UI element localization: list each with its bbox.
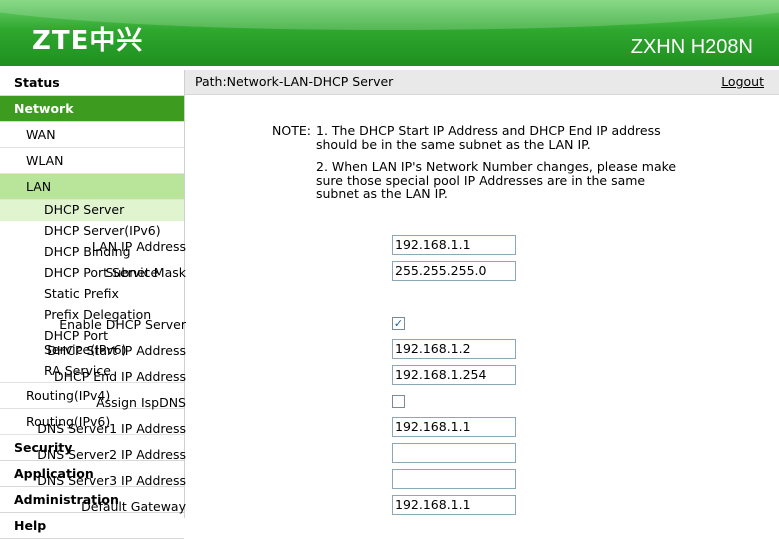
- subnet-mask-input[interactable]: 255.255.255.0: [392, 261, 516, 281]
- logout-link[interactable]: Logout: [721, 70, 764, 94]
- nav-wan[interactable]: WAN: [0, 122, 184, 148]
- nav-status[interactable]: Status: [0, 70, 184, 96]
- dns2-input[interactable]: [392, 443, 516, 463]
- nav-network[interactable]: Network: [0, 96, 184, 122]
- assign-isp-dns-checkbox[interactable]: [392, 395, 405, 408]
- dhcp-start-ip-input[interactable]: 192.168.1.2: [392, 339, 516, 359]
- nav-static-prefix[interactable]: Static Prefix: [0, 284, 184, 305]
- dns3-input[interactable]: [392, 469, 516, 489]
- dns1-input[interactable]: 192.168.1.1: [392, 417, 516, 437]
- nav-lan[interactable]: LAN: [0, 174, 184, 200]
- nav-dhcp-server[interactable]: DHCP Server: [0, 200, 184, 221]
- default-gateway-input[interactable]: 192.168.1.1: [392, 495, 516, 515]
- dhcp-end-ip-input[interactable]: 192.168.1.254: [392, 365, 516, 385]
- note-line-1: 1. The DHCP Start IP Address and DHCP En…: [316, 123, 661, 152]
- note-line-2: 2. When LAN IP's Network Number changes,…: [316, 159, 677, 201]
- lan-ip-input[interactable]: 192.168.1.1: [392, 235, 516, 255]
- path-bar: Path:Network-LAN-DHCP Server Logout: [185, 70, 779, 95]
- zte-logo: ZTE中兴: [32, 26, 144, 56]
- header-banner: ZTE中兴 ZXHN H208N: [0, 0, 779, 66]
- model-name: ZXHN H208N: [630, 36, 753, 58]
- nav-wlan[interactable]: WLAN: [0, 148, 184, 174]
- enable-dhcp-checkbox[interactable]: ✓: [392, 317, 405, 330]
- breadcrumb: Path:Network-LAN-DHCP Server: [195, 74, 394, 89]
- note-label: NOTE:: [272, 123, 311, 138]
- nav-help[interactable]: Help: [0, 513, 184, 539]
